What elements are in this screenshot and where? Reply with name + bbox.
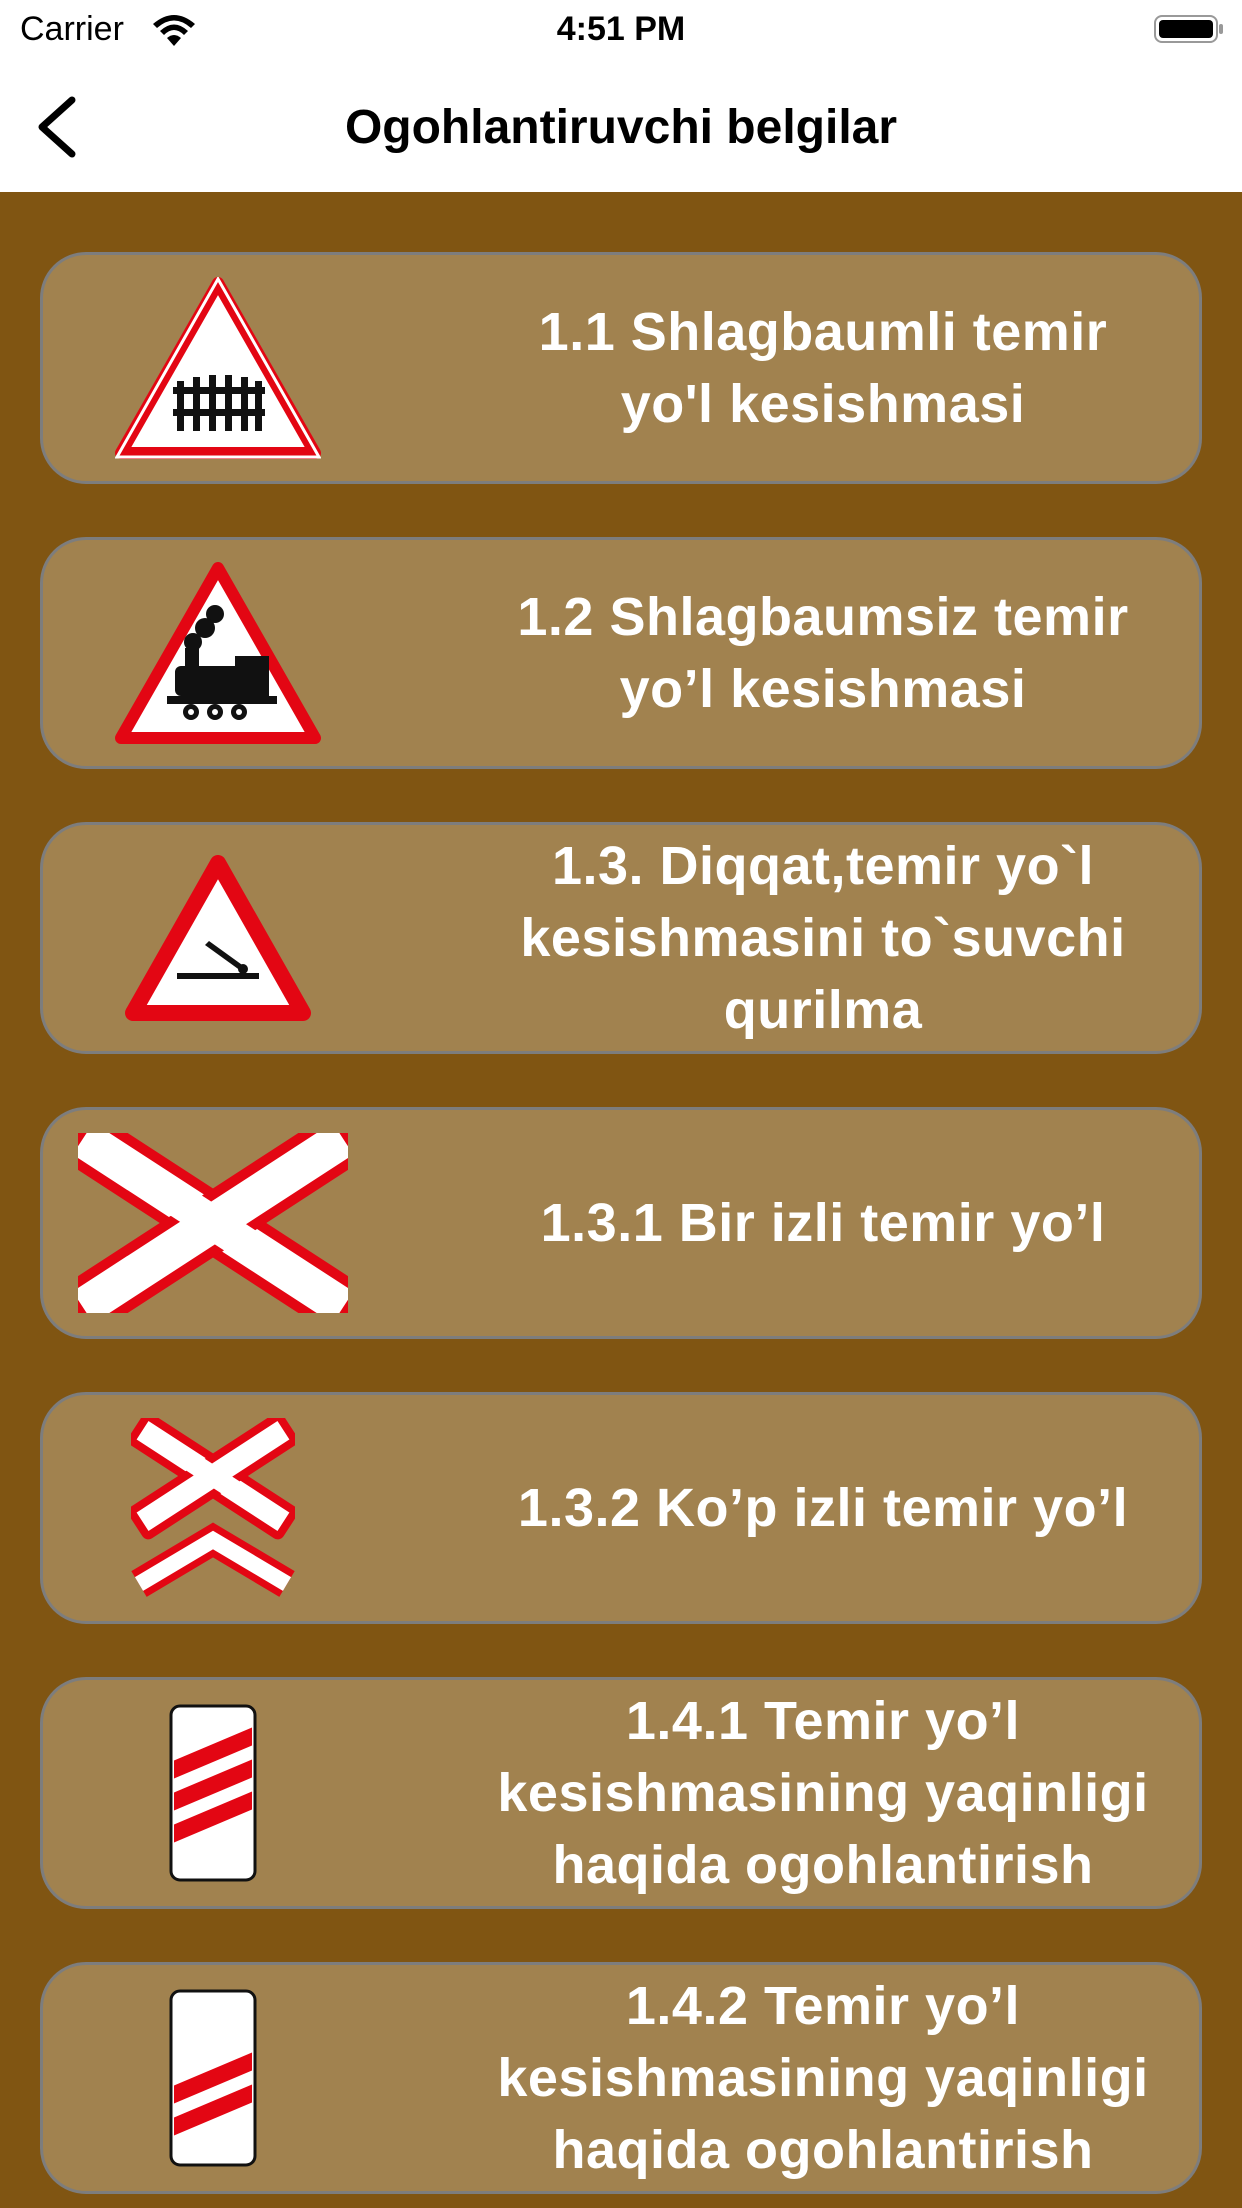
sign-card-1-4-1[interactable]: 1.4.1 Temir yo’l kesishmasining yaqinlig… — [40, 1677, 1202, 1909]
status-bar: Carrier 4:51 PM — [0, 0, 1242, 62]
sign-label: 1.3. Diqqat,temir yo`l kesishmasini to`s… — [520, 836, 1126, 1040]
sign-card-1-3-1[interactable]: 1.3.1 Bir izli temir yo’l — [40, 1107, 1202, 1339]
railway-approach-three-stripes-sign-icon — [163, 1680, 263, 1906]
single-track-railway-cross-sign-icon — [78, 1110, 348, 1336]
battery-full-icon — [1154, 15, 1223, 43]
sign-card-1-3-2[interactable]: 1.3.2 Ko’p izli temir yo’l — [40, 1392, 1202, 1624]
page-title: Ogohlantiruvchi belgilar — [344, 101, 898, 154]
sign-label: 1.4.1 Temir yo’l kesishmasining yaqinlig… — [497, 1691, 1149, 1895]
sign-card-1-1[interactable]: 1.1 Shlagbaumli temir yo'l kesishmasi — [40, 252, 1202, 484]
sign-label: 1.1 Shlagbaumli temir yo'l kesishmasi — [538, 302, 1108, 434]
railway-crossing-with-barrier-sign-icon — [113, 255, 323, 481]
railway-crossing-without-barrier-sign-icon — [113, 540, 323, 766]
multi-track-railway-cross-sign-icon — [123, 1395, 303, 1621]
railway-barrier-device-sign-icon — [113, 825, 323, 1051]
status-time: 4:51 PM — [556, 10, 686, 48]
sign-label: 1.3.1 Bir izli temir yo’l — [540, 1193, 1106, 1253]
railway-approach-two-stripes-sign-icon — [163, 1965, 263, 2191]
signs-list: 1.1 Shlagbaumli temir yo'l kesishmasi 1.… — [0, 192, 1242, 2208]
sign-label: 1.3.2 Ko’p izli temir yo’l — [517, 1478, 1129, 1538]
sign-label: 1.2 Shlagbaumsiz temir yo’l kesishmasi — [517, 587, 1129, 719]
sign-card-1-3[interactable]: 1.3. Diqqat,temir yo`l kesishmasini to`s… — [40, 822, 1202, 1054]
navigation-bar: Ogohlantiruvchi belgilar — [0, 62, 1242, 192]
sign-label: 1.4.2 Temir yo’l kesishmasining yaqinlig… — [497, 1976, 1149, 2180]
sign-card-1-4-2[interactable]: 1.4.2 Temir yo’l kesishmasining yaqinlig… — [40, 1962, 1202, 2194]
sign-card-1-2[interactable]: 1.2 Shlagbaumsiz temir yo’l kesishmasi — [40, 537, 1202, 769]
